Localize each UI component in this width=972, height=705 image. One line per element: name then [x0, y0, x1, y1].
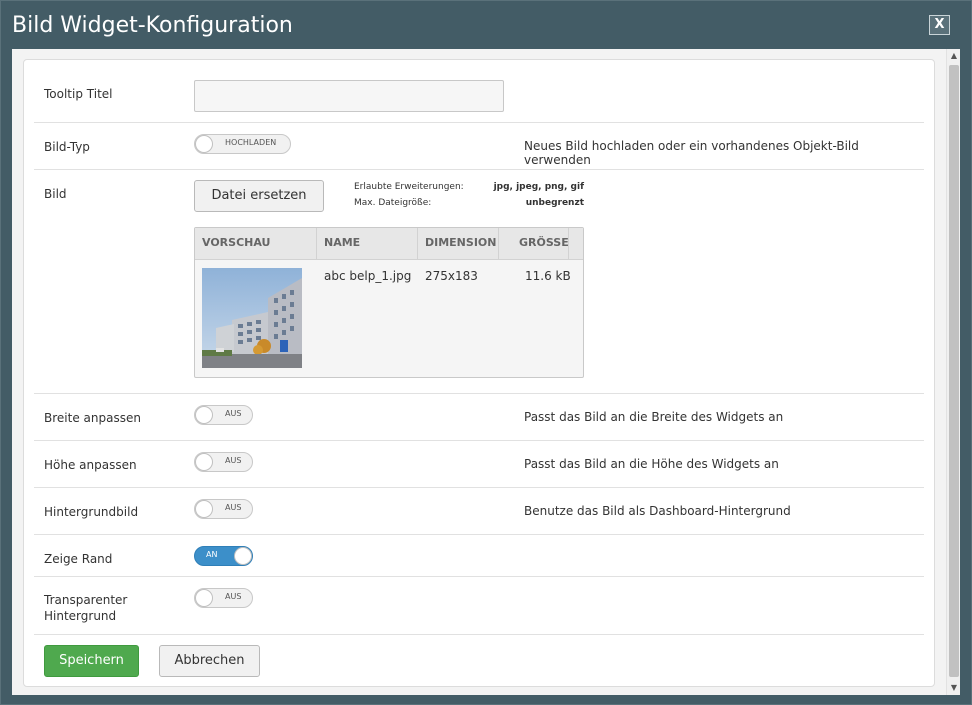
chevron-up-icon[interactable]: ▲: [947, 49, 960, 63]
toggle-knob: [195, 589, 213, 607]
hoehe-toggle[interactable]: AUS: [194, 452, 253, 472]
extensions-label: Erlaubte Erweiterungen:: [354, 182, 464, 192]
file-name: abc belp_1.jpg: [324, 269, 412, 283]
transparent-label-line1: Transparenter: [44, 593, 128, 607]
breite-toggle[interactable]: AUS: [194, 405, 253, 425]
row-tooltip: Tooltip Titel: [34, 60, 924, 123]
close-button[interactable]: X: [929, 15, 950, 35]
transparent-label-line2: Hintergrund: [44, 609, 117, 623]
toggle-text: AUS: [225, 592, 242, 601]
row-bild: Bild Datei ersetzen Erlaubte Erweiterung…: [34, 170, 924, 394]
row-breite: Breite anpassen AUS Passt das Bild an di…: [34, 394, 924, 441]
header-size[interactable]: GRÖSSE: [499, 228, 569, 260]
max-size-value: unbegrenzt: [525, 198, 584, 208]
form-panel: Tooltip Titel Bild-Typ HOCHLADEN Neues B…: [23, 59, 935, 687]
toggle-text: AN: [206, 550, 218, 559]
dialog-title: Bild Widget-Konfiguration: [12, 13, 293, 38]
hoehe-label: Höhe anpassen: [44, 458, 137, 472]
rand-label: Zeige Rand: [44, 552, 113, 566]
preview-table-header: VORSCHAU NAME DIMENSION GRÖSSE: [195, 228, 583, 260]
toggle-knob: [195, 135, 213, 153]
building-image: [202, 268, 302, 368]
toggle-knob: [195, 453, 213, 471]
config-dialog: Bild Widget-Konfiguration X Tooltip Tite…: [0, 0, 972, 705]
breite-description: Passt das Bild an die Breite des Widgets…: [524, 410, 784, 424]
toggle-text: AUS: [225, 409, 242, 418]
rand-toggle[interactable]: AN: [194, 546, 253, 566]
toggle-text: AUS: [225, 456, 242, 465]
bild-typ-label: Bild-Typ: [44, 140, 90, 154]
extensions-value: jpg, jpeg, png, gif: [493, 182, 584, 192]
file-size: 11.6 kB: [525, 269, 571, 283]
preview-table: VORSCHAU NAME DIMENSION GRÖSSE abc belp_…: [194, 227, 584, 378]
scroll-thumb[interactable]: [949, 65, 959, 677]
row-bild-typ: Bild-Typ HOCHLADEN Neues Bild hochladen …: [34, 123, 924, 170]
toggle-text: AUS: [225, 503, 242, 512]
toggle-knob: [234, 547, 252, 565]
bild-label: Bild: [44, 187, 67, 201]
header-name[interactable]: NAME: [317, 228, 418, 260]
bild-typ-description: Neues Bild hochladen oder ein vorhandene…: [524, 139, 859, 167]
row-transparent: Transparenter Hintergrund AUS: [34, 577, 924, 635]
row-hoehe: Höhe anpassen AUS Passt das Bild an die …: [34, 441, 924, 488]
file-dimension: 275x183: [425, 269, 478, 283]
toggle-knob: [195, 406, 213, 424]
toggle-text: HOCHLADEN: [225, 138, 277, 147]
scrollbar[interactable]: ▲ ▼: [946, 49, 960, 695]
header-preview[interactable]: VORSCHAU: [195, 228, 317, 260]
hoehe-description: Passt das Bild an die Höhe des Widgets a…: [524, 457, 779, 471]
header-dimension[interactable]: DIMENSION: [418, 228, 499, 260]
preview-thumbnail: [202, 268, 302, 368]
save-button[interactable]: Speichern: [44, 645, 139, 677]
cancel-button[interactable]: Abbrechen: [159, 645, 260, 677]
chevron-down-icon[interactable]: ▼: [947, 681, 960, 695]
max-size-label: Max. Dateigröße:: [354, 198, 432, 208]
tooltip-label: Tooltip Titel: [44, 87, 113, 101]
hintergrund-label: Hintergrundbild: [44, 505, 139, 519]
tooltip-input[interactable]: [194, 80, 504, 112]
bild-typ-toggle[interactable]: HOCHLADEN: [194, 134, 291, 154]
breite-label: Breite anpassen: [44, 411, 141, 425]
row-rand: Zeige Rand AN: [34, 535, 924, 577]
replace-file-button[interactable]: Datei ersetzen: [194, 180, 324, 212]
dialog-body: Tooltip Titel Bild-Typ HOCHLADEN Neues B…: [12, 49, 960, 695]
transparent-label: Transparenter Hintergrund: [44, 592, 127, 624]
toggle-knob: [195, 500, 213, 518]
transparent-toggle[interactable]: AUS: [194, 588, 253, 608]
hintergrund-toggle[interactable]: AUS: [194, 499, 253, 519]
row-hintergrund: Hintergrundbild AUS Benutze das Bild als…: [34, 488, 924, 535]
hintergrund-description: Benutze das Bild als Dashboard-Hintergru…: [524, 504, 791, 518]
